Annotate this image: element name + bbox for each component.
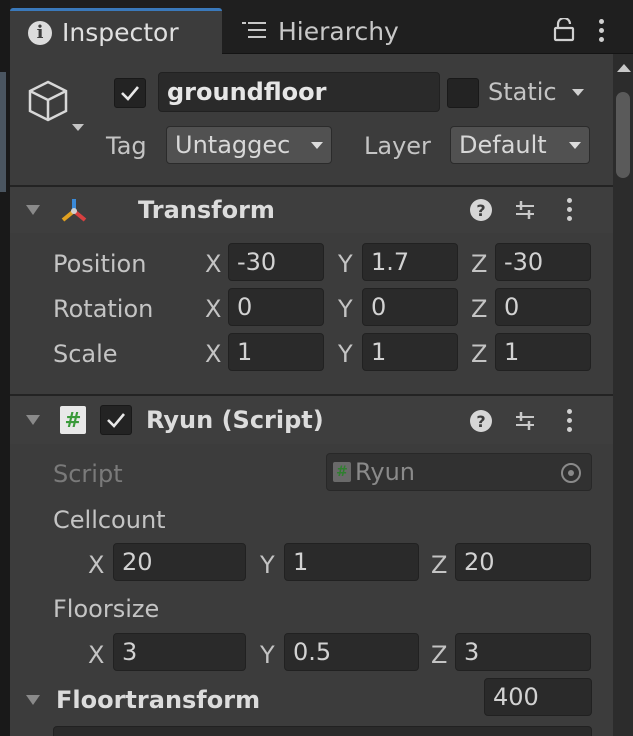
cellcount-z-label[interactable]: Z — [431, 551, 447, 579]
scale-y-field[interactable]: 1 — [362, 333, 458, 371]
rotation-z-field[interactable]: 0 — [495, 288, 591, 326]
scale-y-label[interactable]: Y — [338, 340, 353, 368]
tab-menu-icon[interactable] — [599, 19, 605, 46]
presets-icon[interactable] — [514, 198, 536, 228]
transform-title: Transform — [138, 196, 275, 224]
floortransform-size-field[interactable]: 400 — [484, 678, 592, 716]
cellcount-label[interactable]: Cellcount — [53, 506, 166, 534]
script-hash-icon: # — [60, 406, 86, 434]
scale-label: Scale — [53, 340, 118, 368]
position-label: Position — [53, 250, 147, 278]
gameobject-cube-icon[interactable] — [24, 78, 72, 132]
component-menu-icon[interactable] — [567, 409, 573, 436]
floorsize-y-field[interactable]: 0.5 — [284, 633, 419, 671]
floortransform-foldout-icon[interactable] — [26, 695, 40, 705]
script-component-title: Ryun (Script) — [146, 406, 324, 434]
info-icon: i — [28, 20, 52, 45]
scene-view-strip — [0, 72, 6, 192]
rotation-x-field[interactable]: 0 — [228, 288, 324, 326]
left-edge — [0, 0, 10, 736]
rotation-z-label[interactable]: Z — [471, 295, 487, 323]
tag-dropdown[interactable]: Untaggec — [166, 126, 332, 164]
script-mini-icon: # — [333, 462, 351, 482]
script-object-field[interactable]: # Ryun — [326, 453, 592, 491]
position-z-field[interactable]: -30 — [495, 243, 591, 281]
floorsize-x-field[interactable]: 3 — [113, 633, 246, 671]
cellcount-x-label[interactable]: X — [88, 551, 104, 579]
layer-dropdown[interactable]: Default — [450, 126, 590, 164]
foldout-icon[interactable] — [26, 205, 40, 215]
position-x-label[interactable]: X — [205, 250, 221, 278]
tab-inspector[interactable]: i Inspector — [10, 8, 222, 54]
script-component-header[interactable]: # Ryun (Script) ? — [10, 396, 613, 444]
scroll-thumb[interactable] — [616, 92, 630, 178]
presets-icon[interactable] — [514, 409, 536, 439]
hierarchy-list-icon — [242, 17, 268, 46]
static-checkbox[interactable] — [447, 78, 479, 108]
layer-dropdown-value: Default — [459, 131, 547, 159]
tab-inspector-label: Inspector — [62, 18, 179, 47]
cellcount-z-field[interactable]: 20 — [455, 543, 591, 581]
lock-icon[interactable] — [553, 16, 575, 48]
script-label: Script — [53, 460, 123, 488]
tab-hierarchy-label: Hierarchy — [278, 16, 399, 46]
scale-z-field[interactable]: 1 — [495, 333, 591, 371]
object-picker-icon[interactable] — [561, 463, 581, 483]
rotation-label: Rotation — [53, 295, 154, 323]
floorsize-z-label[interactable]: Z — [431, 641, 447, 669]
tag-dropdown-value: Untaggec — [175, 131, 291, 159]
floortransform-label[interactable]: Floortransform — [56, 686, 260, 714]
static-label[interactable]: Static — [488, 78, 557, 106]
floorsize-z-field[interactable]: 3 — [455, 633, 591, 671]
scroll-up-icon[interactable] — [617, 64, 631, 72]
transform-header[interactable]: Transform ? — [10, 187, 613, 233]
scrollbar[interactable] — [613, 54, 633, 736]
help-icon[interactable]: ? — [470, 410, 492, 432]
floorsize-label[interactable]: Floorsize — [53, 595, 159, 623]
icon-dropdown-icon[interactable] — [72, 124, 84, 131]
help-icon[interactable]: ? — [470, 199, 492, 221]
position-y-label[interactable]: Y — [338, 250, 353, 278]
chevron-down-icon — [569, 142, 581, 149]
tag-label: Tag — [106, 132, 147, 160]
position-y-field[interactable]: 1.7 — [362, 243, 458, 281]
floortransform-list-field[interactable] — [53, 726, 592, 736]
cellcount-y-label[interactable]: Y — [260, 551, 275, 579]
active-checkbox[interactable] — [114, 78, 146, 108]
object-name-field[interactable]: groundfloor — [158, 72, 440, 112]
scale-x-label[interactable]: X — [205, 340, 221, 368]
script-object-value: Ryun — [355, 458, 415, 486]
cellcount-y-field[interactable]: 1 — [284, 543, 419, 581]
floorsize-x-label[interactable]: X — [88, 641, 104, 669]
rotation-x-label[interactable]: X — [205, 295, 221, 323]
position-z-label[interactable]: Z — [471, 250, 487, 278]
tab-bar: i Inspector Hierarchy — [10, 0, 633, 54]
script-enabled-checkbox[interactable] — [100, 405, 132, 435]
layer-label: Layer — [364, 132, 431, 160]
component-menu-icon[interactable] — [567, 198, 573, 225]
rotation-y-label[interactable]: Y — [338, 295, 353, 323]
static-dropdown-icon[interactable] — [572, 89, 584, 96]
foldout-icon[interactable] — [26, 415, 40, 425]
floorsize-y-label[interactable]: Y — [260, 641, 275, 669]
scale-x-field[interactable]: 1 — [228, 333, 324, 371]
rotation-y-field[interactable]: 0 — [362, 288, 458, 326]
chevron-down-icon — [311, 142, 323, 149]
transform-axes-icon — [58, 195, 90, 231]
scale-z-label[interactable]: Z — [471, 340, 487, 368]
inspector-panel: groundfloor Static Tag Untaggec Layer De… — [10, 54, 633, 736]
cellcount-x-field[interactable]: 20 — [113, 543, 246, 581]
position-x-field[interactable]: -30 — [228, 243, 324, 281]
tab-hierarchy[interactable]: Hierarchy — [242, 8, 442, 54]
